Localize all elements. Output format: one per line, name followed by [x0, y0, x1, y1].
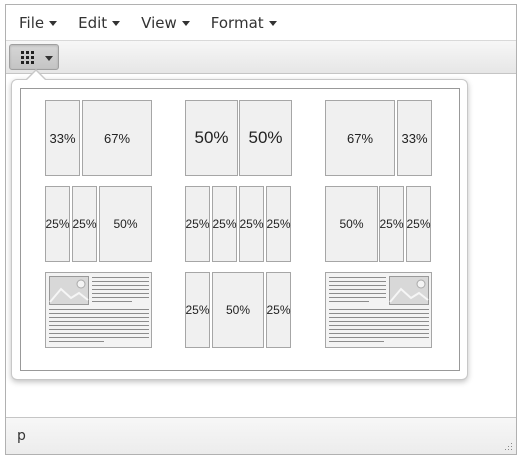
resize-handle-icon[interactable] [503, 441, 513, 451]
template-col: 50% [99, 186, 152, 262]
template-preview [325, 272, 432, 348]
image-placeholder-icon [49, 276, 89, 305]
template-col: 67% [325, 100, 395, 176]
element-path[interactable]: p [17, 428, 26, 444]
chevron-down-icon [112, 21, 121, 26]
template-col: 25% [239, 186, 264, 262]
statusbar: p [6, 417, 516, 454]
template-col: 25% [45, 186, 70, 262]
menu-view-label: View [141, 13, 177, 32]
menu-format[interactable]: Format [198, 5, 285, 41]
text-line [329, 313, 429, 314]
text-line [329, 321, 429, 322]
text-line [329, 325, 429, 326]
chevron-down-icon [181, 21, 190, 26]
menu-file-label: File [19, 13, 45, 32]
text-line [329, 293, 386, 294]
template-25-25-50[interactable]: 25% 25% 50% [45, 186, 152, 262]
menu-edit[interactable]: Edit [65, 5, 128, 41]
template-col: 50% [185, 100, 238, 176]
template-25-25-25-25[interactable]: 25% 25% 25% 25% [185, 186, 292, 262]
text-line [329, 341, 384, 342]
template-col: 25% [185, 272, 210, 348]
text-line [329, 329, 429, 330]
text-line [329, 277, 386, 278]
menu-file[interactable]: File [6, 5, 65, 41]
text-line [92, 285, 149, 286]
image-placeholder-icon [389, 276, 429, 305]
menu-edit-label: Edit [78, 13, 108, 32]
template-col: 67% [82, 100, 152, 176]
text-line [329, 301, 369, 302]
text-line [329, 333, 429, 334]
text-line [329, 309, 429, 310]
template-33-67[interactable]: 33% 67% [45, 100, 152, 176]
chevron-down-icon [268, 21, 277, 26]
text-line [329, 317, 429, 318]
template-button[interactable] [9, 44, 59, 70]
template-preview [45, 272, 152, 348]
text-line [92, 293, 149, 294]
text-line [92, 301, 132, 302]
template-image-left[interactable] [45, 272, 152, 348]
text-line [329, 289, 386, 290]
template-popup: 33% 67% 50% 50% 67% 33% 25% 25% 50% 25% … [11, 79, 468, 380]
template-grid: 33% 67% 50% 50% 67% 33% 25% 25% 50% 25% … [20, 88, 460, 371]
text-line [329, 297, 386, 298]
template-col: 25% [212, 186, 237, 262]
template-image-right[interactable] [325, 272, 432, 348]
text-line [92, 277, 149, 278]
text-line [92, 297, 149, 298]
template-col: 25% [406, 186, 431, 262]
text-line [49, 333, 149, 334]
template-col: 50% [212, 272, 264, 348]
text-line [329, 285, 386, 286]
text-line [49, 329, 149, 330]
template-67-33[interactable]: 67% 33% [325, 100, 432, 176]
template-50-25-25[interactable]: 50% 25% 25% [325, 186, 432, 262]
popup-arrow-fill [27, 71, 45, 80]
menu-format-label: Format [210, 13, 264, 32]
text-line [49, 341, 104, 342]
template-col: 25% [185, 186, 210, 262]
text-line [49, 321, 149, 322]
text-line [92, 289, 149, 290]
template-col: 50% [239, 100, 292, 176]
template-col: 33% [397, 100, 432, 176]
chevron-down-icon [49, 21, 58, 26]
text-line [329, 281, 386, 282]
text-line [49, 325, 149, 326]
menubar: File Edit View Format [6, 5, 516, 41]
text-line [49, 313, 149, 314]
menu-view[interactable]: View [128, 5, 198, 41]
template-col: 25% [266, 186, 291, 262]
grid-icon [21, 51, 34, 64]
template-col: 33% [45, 100, 80, 176]
template-50-50[interactable]: 50% 50% [185, 100, 292, 176]
template-col: 25% [266, 272, 291, 348]
toolbar [6, 41, 516, 74]
text-line [92, 281, 149, 282]
template-col: 25% [379, 186, 404, 262]
text-line [49, 337, 149, 338]
text-line [329, 337, 429, 338]
text-line [49, 309, 149, 310]
template-col: 50% [325, 186, 378, 262]
text-line [49, 317, 149, 318]
chevron-down-icon[interactable] [45, 56, 53, 61]
template-25-50-25[interactable]: 25% 50% 25% [185, 272, 292, 348]
template-col: 25% [72, 186, 97, 262]
